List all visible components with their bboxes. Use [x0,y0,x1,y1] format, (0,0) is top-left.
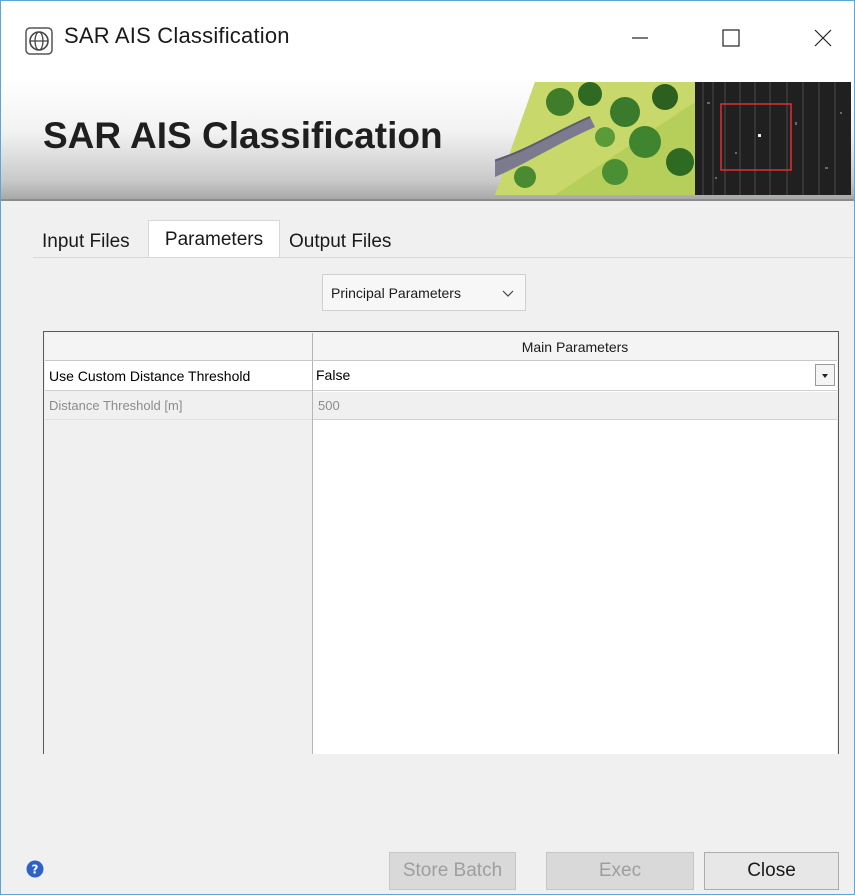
sar-image [695,82,851,195]
close-icon [814,29,832,47]
parameter-group-label: Principal Parameters [331,284,461,301]
window-close-button[interactable] [796,15,850,61]
table-header-main-parameters: Main Parameters [312,333,837,361]
table-header-blank [45,333,312,361]
tab-parameters[interactable]: Parameters [148,220,280,259]
parameters-table: Main Parameters Use Custom Distance Thre… [43,331,839,754]
tab-input-files[interactable]: Input Files [42,231,130,253]
dropdown-arrow-icon [822,374,828,378]
store-batch-button[interactable]: Store Batch [389,852,516,890]
maximize-button[interactable] [704,15,758,61]
banner-title: SAR AIS Classification [43,115,443,156]
app-icon [25,27,53,55]
param-label-use-custom-distance-threshold: Use Custom Distance Threshold [45,361,312,391]
param-value-use-custom-distance-threshold[interactable]: False [313,361,837,391]
combo-value-text: False [316,367,351,383]
minimize-icon [632,37,648,39]
svg-text:?: ? [32,863,39,877]
parameter-group-select[interactable]: Principal Parameters [322,274,526,311]
exec-button[interactable]: Exec [546,852,694,890]
title-bar: SAR AIS Classification [1,1,854,77]
param-value-distance-threshold: 500 [313,392,837,420]
combo-dropdown-button[interactable] [815,364,835,386]
tab-output-files[interactable]: Output Files [289,231,391,253]
minimize-button[interactable] [613,15,667,61]
help-icon[interactable]: ? [26,860,44,878]
chevron-down-icon [502,290,514,297]
close-button[interactable]: Close [704,852,839,890]
aerial-photo-image [495,82,695,195]
app-window: SAR AIS Classification SAR AIS Classific… [0,0,855,895]
param-label-distance-threshold: Distance Threshold [m] [45,392,312,420]
window-title: SAR AIS Classification [64,23,290,48]
header-banner: SAR AIS Classification [1,77,854,201]
maximize-icon [722,29,740,47]
